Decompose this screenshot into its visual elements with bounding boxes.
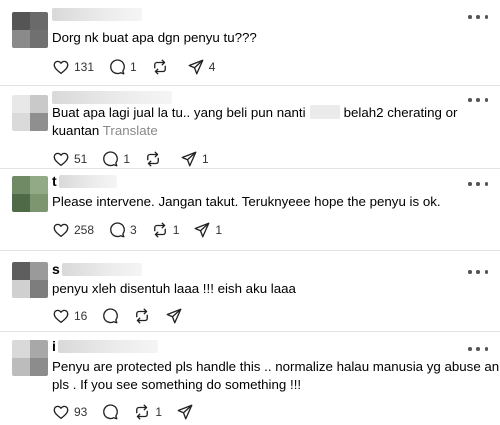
like-button[interactable]: 51 bbox=[52, 149, 87, 169]
share-button[interactable]: 4 bbox=[187, 57, 216, 77]
like-count: 93 bbox=[74, 405, 88, 419]
share-button[interactable]: 1 bbox=[193, 220, 222, 240]
username[interactable] bbox=[52, 6, 142, 22]
comment-text: Penyu are protected pls handle this .. n… bbox=[52, 359, 500, 392]
reply-count: 1 bbox=[130, 60, 137, 74]
repost-button[interactable] bbox=[144, 149, 166, 169]
share-button[interactable] bbox=[176, 402, 194, 422]
repost-arrows-icon bbox=[136, 404, 149, 420]
comment-text: Buat apa lagi jual la tu.. yang beli pun… bbox=[52, 105, 458, 138]
paper-plane-icon bbox=[188, 59, 204, 75]
comment-text: Dorg nk buat apa dgn penyu tu??? bbox=[52, 30, 257, 45]
repost-arrows-icon bbox=[136, 308, 149, 324]
more-options-button[interactable] bbox=[468, 344, 488, 354]
username[interactable] bbox=[52, 89, 172, 105]
action-bar: 131 1 4 bbox=[52, 57, 229, 77]
heart-icon bbox=[53, 223, 69, 238]
speech-bubble-icon bbox=[103, 404, 119, 420]
more-dots-icon bbox=[468, 347, 472, 351]
like-count: 258 bbox=[74, 223, 95, 237]
divider bbox=[0, 85, 500, 86]
repost-button[interactable] bbox=[133, 306, 151, 326]
more-options-button[interactable] bbox=[468, 267, 488, 277]
speech-bubble-icon bbox=[110, 59, 125, 75]
username[interactable]: t bbox=[52, 173, 117, 189]
paper-plane-icon bbox=[166, 308, 182, 324]
heart-icon bbox=[53, 309, 69, 324]
blurred-username bbox=[61, 262, 142, 276]
more-dots-icon bbox=[468, 98, 472, 102]
share-count: 1 bbox=[202, 152, 209, 166]
repost-button[interactable] bbox=[151, 57, 173, 77]
action-bar: 93 1 bbox=[52, 402, 208, 422]
heart-icon bbox=[53, 60, 69, 75]
like-count: 131 bbox=[74, 60, 95, 74]
username[interactable]: s bbox=[52, 261, 142, 277]
repost-count: 1 bbox=[172, 223, 180, 237]
repost-button[interactable]: 1 bbox=[151, 220, 180, 240]
avatar[interactable] bbox=[12, 176, 48, 212]
paper-plane-icon bbox=[194, 222, 210, 238]
comment-text: Please intervene. Jangan takut. Teruknye… bbox=[52, 194, 441, 209]
paper-plane-icon bbox=[177, 404, 193, 420]
reply-count: 1 bbox=[123, 152, 131, 166]
repost-button[interactable]: 1 bbox=[133, 402, 162, 422]
speech-bubble-icon bbox=[110, 222, 125, 238]
share-count: 1 bbox=[215, 223, 223, 237]
more-options-button[interactable] bbox=[468, 179, 488, 189]
repost-count: 1 bbox=[155, 405, 163, 419]
avatar[interactable] bbox=[12, 12, 48, 48]
reply-button[interactable] bbox=[101, 402, 119, 422]
more-dots-icon bbox=[468, 15, 472, 19]
heart-icon bbox=[53, 405, 69, 420]
more-dots-icon bbox=[468, 270, 472, 274]
more-dots-icon bbox=[468, 182, 472, 186]
like-button[interactable]: 16 bbox=[52, 306, 87, 326]
divider bbox=[0, 250, 500, 251]
speech-bubble-icon bbox=[103, 308, 119, 324]
translate-link[interactable]: Translate bbox=[103, 123, 158, 138]
blurred-username bbox=[52, 90, 172, 104]
like-button[interactable]: 258 bbox=[52, 220, 94, 240]
avatar[interactable] bbox=[12, 95, 48, 131]
like-button[interactable]: 131 bbox=[52, 57, 94, 77]
blurred-username bbox=[57, 339, 158, 353]
blurred-word bbox=[309, 105, 340, 119]
repost-arrows-icon bbox=[153, 59, 166, 75]
reply-button[interactable]: 1 bbox=[108, 57, 137, 77]
share-button[interactable] bbox=[165, 306, 183, 326]
divider bbox=[0, 331, 500, 332]
action-bar: 51 1 1 bbox=[52, 149, 223, 169]
repost-arrows-icon bbox=[153, 222, 166, 238]
share-count: 4 bbox=[208, 60, 216, 74]
speech-bubble-icon bbox=[103, 151, 119, 167]
more-options-button[interactable] bbox=[468, 12, 488, 22]
like-button[interactable]: 93 bbox=[52, 402, 87, 422]
repost-arrows-icon bbox=[147, 151, 159, 167]
like-count: 51 bbox=[74, 152, 88, 166]
reply-button[interactable]: 1 bbox=[101, 149, 130, 169]
avatar[interactable] bbox=[12, 340, 48, 376]
reply-count: 3 bbox=[130, 223, 137, 237]
reply-button[interactable] bbox=[101, 306, 119, 326]
heart-icon bbox=[53, 152, 69, 167]
blurred-username bbox=[52, 7, 142, 21]
action-bar: 16 bbox=[52, 306, 197, 326]
blurred-username bbox=[58, 174, 117, 188]
share-button[interactable]: 1 bbox=[180, 149, 209, 169]
paper-plane-icon bbox=[181, 151, 197, 167]
action-bar: 258 3 1 1 bbox=[52, 220, 236, 240]
avatar[interactable] bbox=[12, 262, 48, 298]
username[interactable]: i bbox=[52, 338, 158, 354]
more-options-button[interactable] bbox=[468, 95, 488, 105]
comment-text: penyu xleh disentuh laaa !!! eish aku la… bbox=[52, 281, 296, 296]
reply-button[interactable]: 3 bbox=[108, 220, 137, 240]
like-count: 16 bbox=[74, 309, 88, 323]
